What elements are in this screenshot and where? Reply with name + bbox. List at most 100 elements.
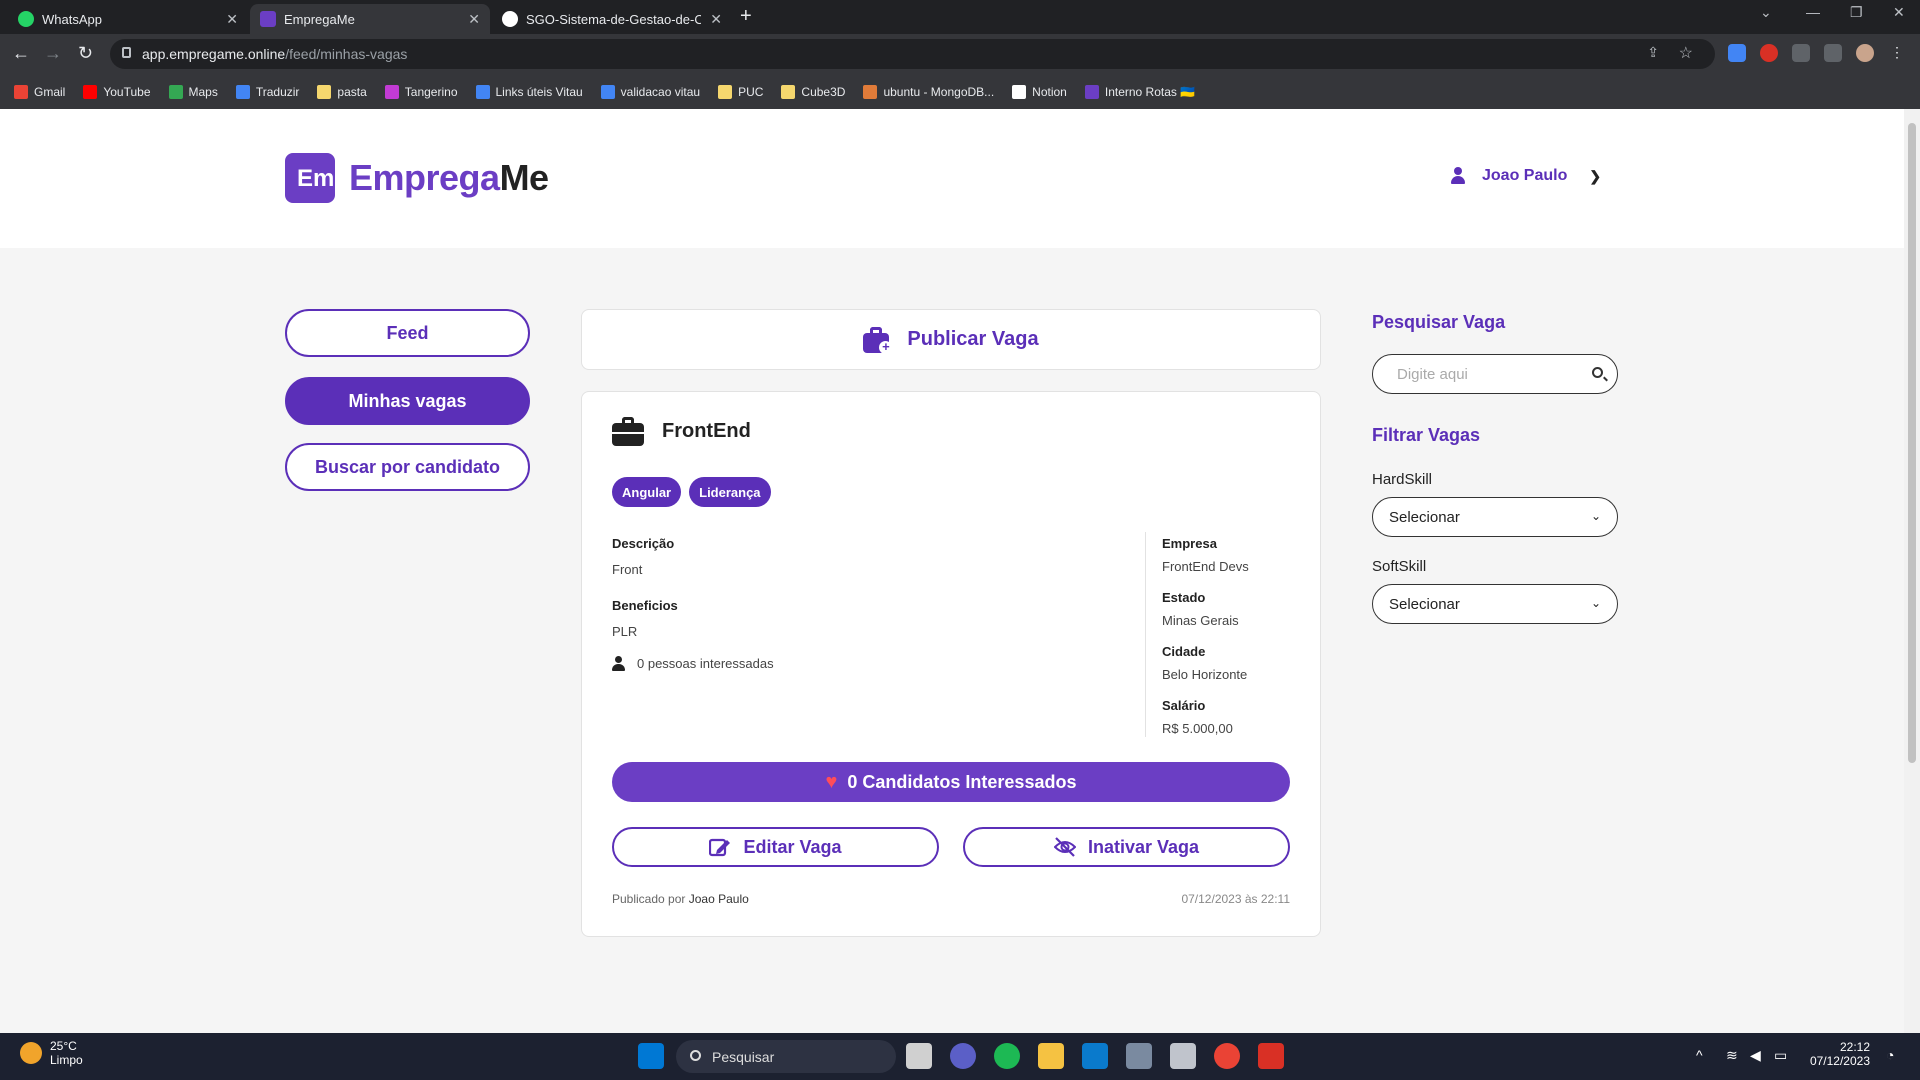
bookmark-item[interactable]: Interno Rotas 🇺🇦 [1084, 84, 1196, 99]
bookmark-label: Links úteis Vitau [495, 84, 583, 99]
bookmark-icon [14, 84, 28, 99]
search-input[interactable]: Digite aqui [1372, 354, 1618, 394]
nav-minhas-vagas-button[interactable]: Minhas vagas [285, 377, 530, 425]
tab-search-icon[interactable]: ⌄ [1760, 4, 1772, 21]
address-row: ← → ↻ app.empregame.online/feed/minhas-v… [0, 34, 1920, 74]
bookmark-icon [1012, 84, 1027, 99]
close-window-icon[interactable]: ✕ [1893, 4, 1905, 21]
chevron-up-icon[interactable]: ^ [1696, 1047, 1703, 1063]
bookmark-item[interactable]: ubuntu - MongoDB... [863, 84, 994, 99]
cidade-label: Cidade [1162, 644, 1206, 659]
tab-github[interactable]: SGO-Sistema-de-Gestao-de-ON ✕ [492, 4, 732, 34]
spotify-icon[interactable] [994, 1043, 1020, 1069]
wifi-icon[interactable]: ≋ [1726, 1047, 1738, 1064]
bookmark-item[interactable]: Notion [1012, 84, 1067, 99]
url-text: app.empregame.online/feed/minhas-vagas [142, 46, 407, 62]
empregame-logo-icon[interactable]: Em [285, 153, 335, 203]
snipping-tool-icon[interactable] [1258, 1043, 1284, 1069]
chevron-down-icon[interactable]: ❯ [1589, 168, 1601, 185]
taskbar-search[interactable]: Pesquisar [676, 1040, 896, 1073]
bookmark-icon [235, 84, 250, 99]
bookmark-label: Notion [1032, 84, 1067, 99]
bookmark-item[interactable]: PUC [718, 84, 763, 99]
candidatos-interessados-button[interactable]: ♥ 0 Candidatos Interessados [612, 762, 1290, 802]
bookmark-item[interactable]: YouTube [83, 84, 151, 99]
clock[interactable]: 22:12 07/12/2023 [1810, 1040, 1870, 1068]
publicar-vaga-button[interactable]: + Publicar Vaga [581, 309, 1321, 370]
vscode-icon[interactable] [1082, 1043, 1108, 1069]
browser-chrome: WhatsApp ✕ EmpregaMe ✕ SGO-Sistema-de-Ge… [0, 0, 1920, 109]
nav-feed-button[interactable]: Feed [285, 309, 530, 357]
bookmark-star-icon[interactable]: ☆ [1679, 43, 1693, 63]
logo-text[interactable]: EmpregaMe [349, 157, 549, 199]
bookmark-icon [1084, 84, 1099, 99]
divider [1145, 532, 1146, 737]
user-menu[interactable]: Joao Paulo ❯ [1450, 167, 1601, 185]
bookmark-item[interactable]: Links úteis Vitau [475, 84, 583, 99]
weather-widget[interactable]: 25°C Limpo [20, 1039, 83, 1067]
close-icon[interactable]: ✕ [226, 11, 238, 28]
share-icon[interactable]: ⇪ [1647, 44, 1659, 61]
minimize-icon[interactable]: — [1806, 4, 1820, 20]
restore-icon[interactable]: ❐ [1850, 4, 1863, 21]
bookmark-item[interactable]: Gmail [14, 84, 65, 99]
file-explorer-icon[interactable] [1038, 1043, 1064, 1069]
bookmark-item[interactable]: Cube3D [781, 84, 845, 99]
lock-icon [122, 47, 131, 58]
address-bar[interactable]: app.empregame.online/feed/minhas-vagas ⇪… [110, 39, 1715, 69]
new-tab-button[interactable]: + [740, 5, 752, 28]
bookmark-icon [600, 84, 615, 99]
briefcase-plus-icon: + [863, 326, 893, 354]
skill-tag: Liderança [689, 477, 771, 507]
calculator-icon[interactable] [1126, 1043, 1152, 1069]
nav-buscar-candidato-button[interactable]: Buscar por candidato [285, 443, 530, 491]
logo-part-2: Me [499, 157, 550, 198]
adblock-extension-icon[interactable] [1760, 44, 1778, 62]
tab-empregame[interactable]: EmpregaMe ✕ [250, 4, 490, 34]
bookmark-label: YouTube [103, 84, 151, 99]
filtrar-vagas-heading: Filtrar Vagas [1372, 425, 1481, 445]
profile-avatar[interactable] [1856, 44, 1874, 62]
bookmark-item[interactable]: validacao vitau [600, 84, 700, 99]
bookmark-item[interactable]: Maps [168, 84, 218, 99]
extensions-icon[interactable] [1792, 44, 1810, 62]
audio-app-icon[interactable] [1170, 1043, 1196, 1069]
bookmarks-bar: Gmail YouTube Maps Traduzir pasta Tangerino Li… [0, 74, 1920, 109]
bookmark-icon [384, 84, 399, 99]
bookmark-label: Interno Rotas 🇺🇦 [1104, 84, 1196, 99]
date: 07/12/2023 [1809, 1054, 1870, 1068]
softskill-select[interactable]: Selecionar ⌄ [1372, 584, 1618, 624]
side-panel-icon[interactable] [1824, 44, 1842, 62]
inativar-vaga-button[interactable]: Inativar Vaga [963, 827, 1290, 867]
hardskill-select[interactable]: Selecionar ⌄ [1372, 497, 1618, 537]
bookmark-label: Traduzir [255, 84, 300, 99]
reload-icon[interactable]: ↻ [78, 43, 93, 64]
scrollbar-thumb[interactable] [1908, 123, 1916, 763]
interested-count: 0 pessoas interessadas [612, 656, 774, 671]
volume-icon[interactable]: ◀ [1750, 1047, 1761, 1064]
editar-vaga-button[interactable]: Editar Vaga [612, 827, 939, 867]
chrome-icon[interactable] [1214, 1043, 1240, 1069]
bookmark-item[interactable]: Tangerino [384, 84, 458, 99]
person-icon [612, 656, 625, 671]
notification-bell-icon[interactable]: ◔ [1886, 1047, 1894, 1063]
menu-kebab-icon[interactable]: ⋮ [1890, 44, 1904, 62]
time: 22:12 [1839, 1040, 1870, 1054]
teams-icon[interactable] [950, 1043, 976, 1069]
page-scrollbar[interactable] [1904, 109, 1920, 1033]
battery-icon[interactable]: ▭ [1774, 1047, 1787, 1064]
tab-whatsapp[interactable]: WhatsApp ✕ [8, 4, 248, 34]
close-icon[interactable]: ✕ [710, 11, 722, 28]
task-view-icon[interactable] [906, 1043, 932, 1069]
bookmark-item[interactable]: Traduzir [235, 84, 300, 99]
published-date: 07/12/2023 às 22:11 [1181, 892, 1290, 906]
forward-icon[interactable]: → [44, 43, 62, 64]
windows-start-icon[interactable] [638, 1043, 664, 1069]
close-icon[interactable]: ✕ [468, 11, 480, 28]
back-icon[interactable]: ← [12, 43, 30, 64]
search-icon[interactable] [1592, 367, 1603, 378]
translate-extension-icon[interactable] [1728, 44, 1746, 62]
empregame-icon [260, 11, 276, 27]
taskbar-search-label: Pesquisar [712, 1048, 775, 1065]
bookmark-item[interactable]: pasta [317, 84, 367, 99]
